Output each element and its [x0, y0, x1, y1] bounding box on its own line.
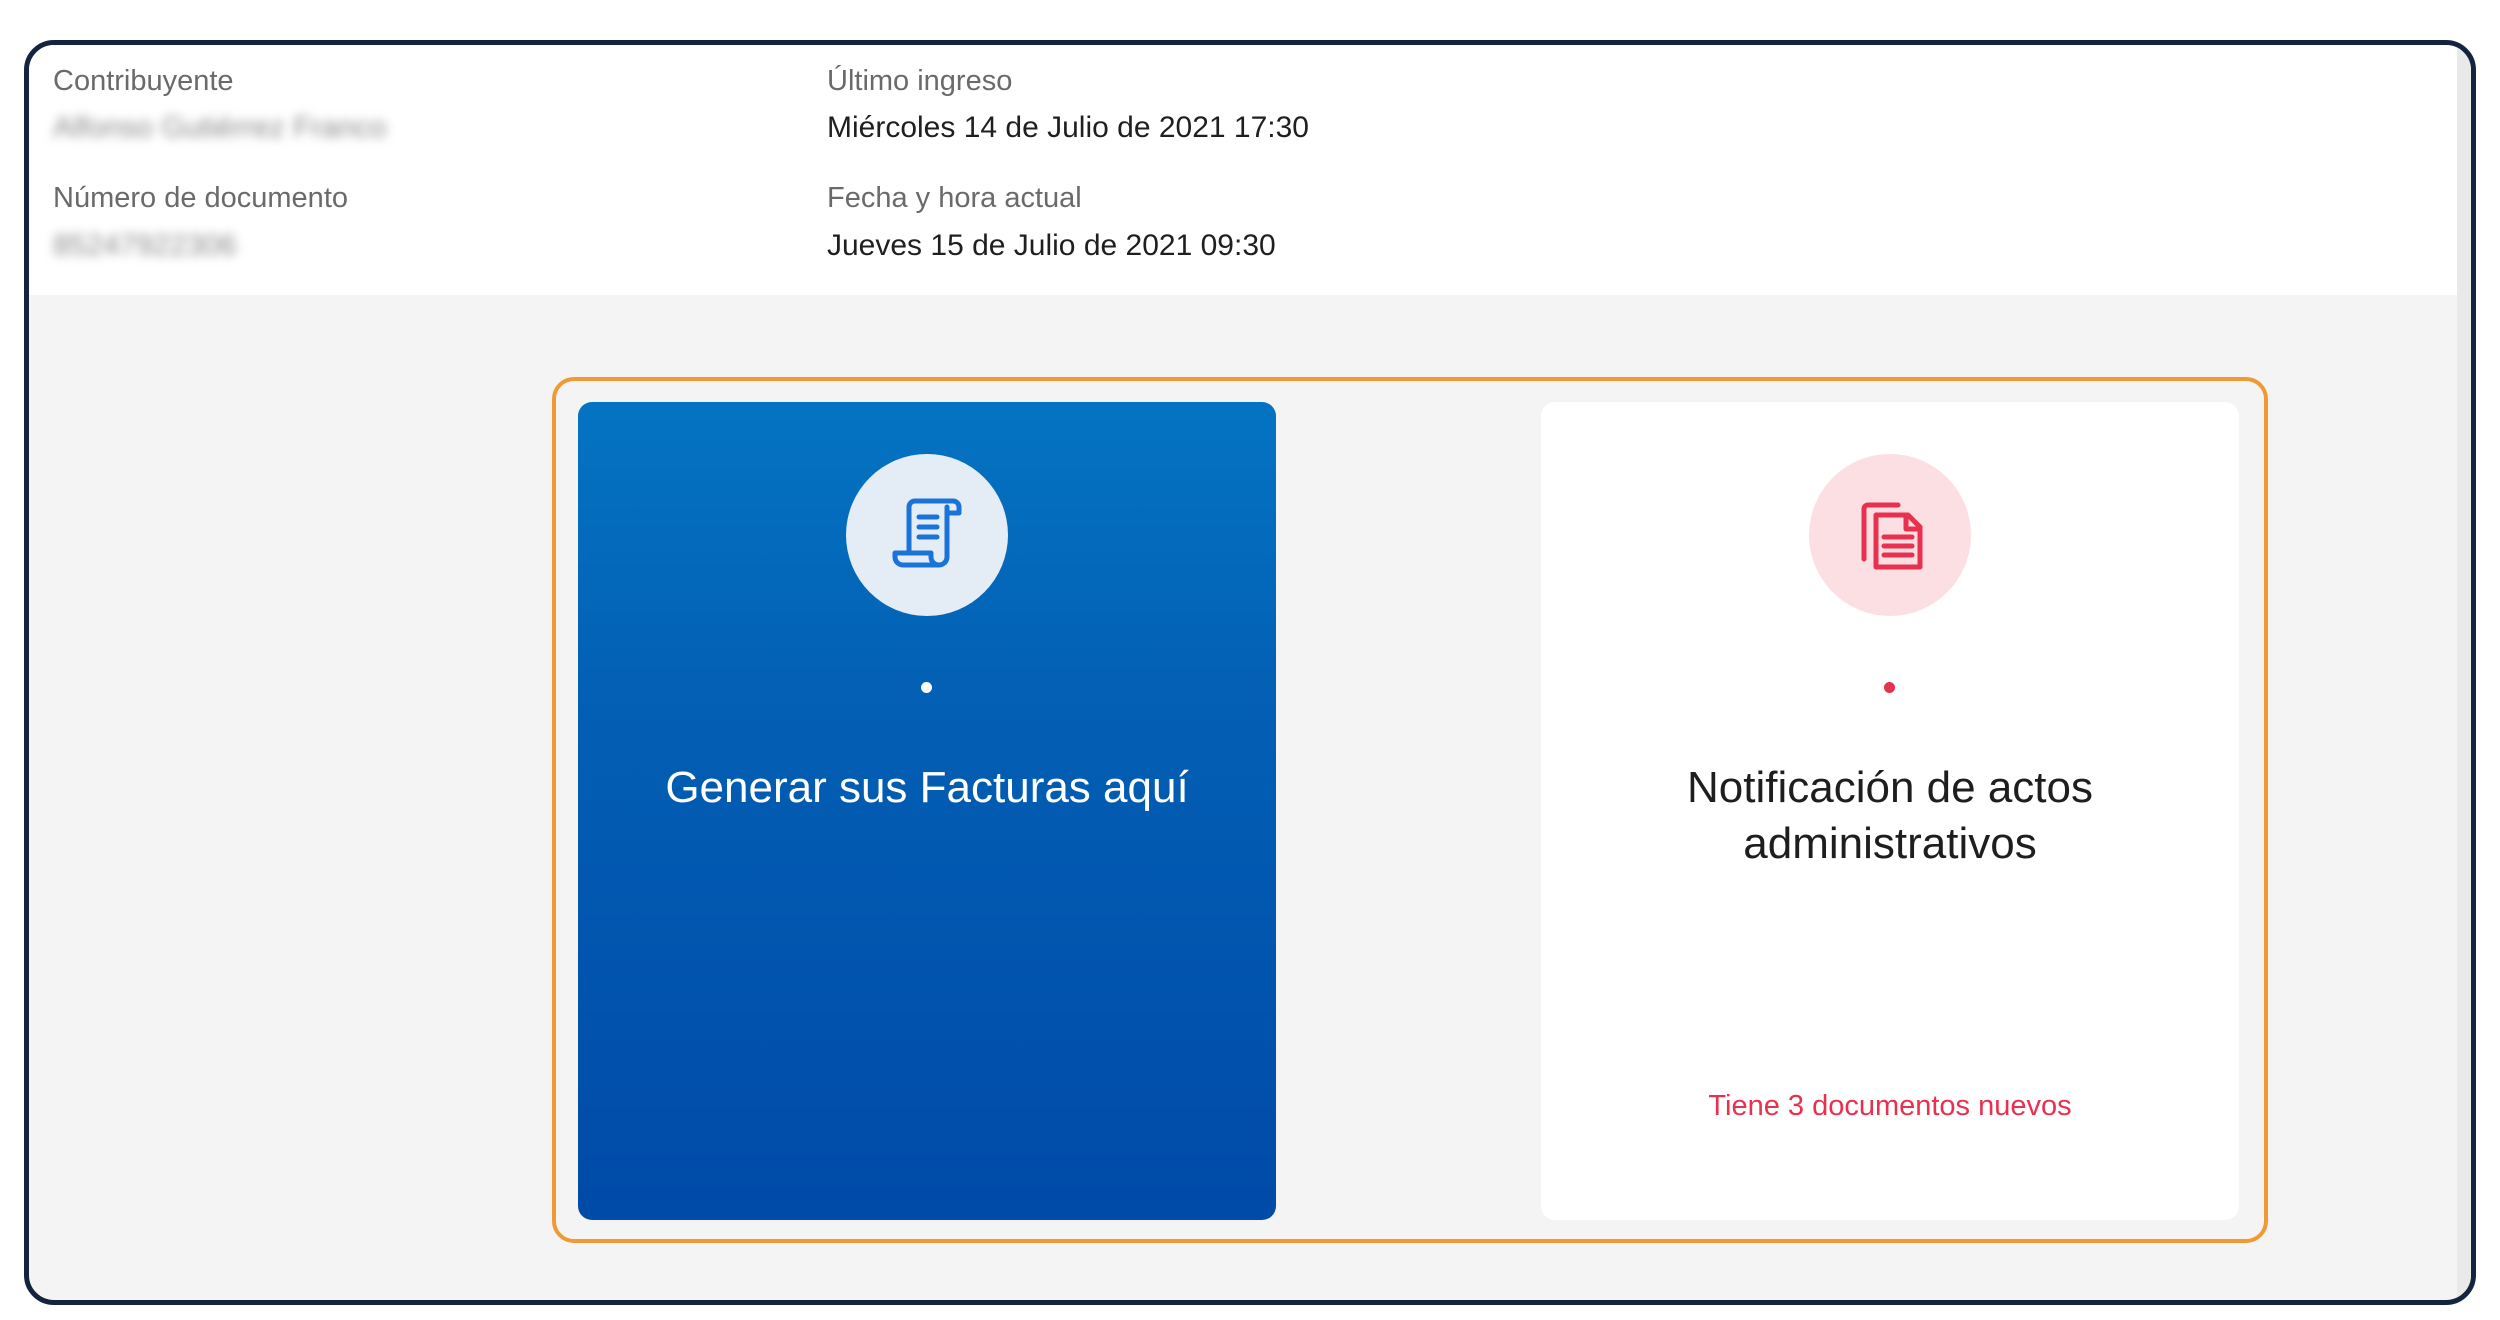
last-login-label: Último ingreso: [827, 65, 1013, 97]
icon-badge: [1809, 454, 1971, 616]
taxpayer-info-panel: Contribuyente Alfonso Gutiérrez Franco N…: [29, 45, 2461, 295]
current-datetime-value: Jueves 15 de Julio de 2021 09:30: [827, 229, 1276, 262]
document-number-label: Número de documento: [53, 182, 348, 214]
taxpayer-name: Alfonso Gutiérrez Franco: [53, 111, 387, 144]
last-login-value: Miércoles 14 de Julio de 2021 17:30: [827, 111, 1309, 144]
notifications-card[interactable]: Notificación de actos administrativos Ti…: [1541, 402, 2239, 1220]
new-documents-notice[interactable]: Tiene 3 documentos nuevos: [1561, 1090, 2219, 1123]
current-datetime-label: Fecha y hora actual: [827, 182, 1082, 214]
card-dot: [921, 682, 932, 693]
taxpayer-label: Contribuyente: [53, 65, 234, 97]
icon-badge: [846, 454, 1008, 616]
receipt-scroll-icon: [892, 498, 962, 568]
card-title: Notificación de actos administrativos: [1687, 763, 2093, 868]
document-number-value: 85247922306: [53, 229, 237, 262]
documents-icon: [1861, 502, 1923, 570]
notification-dot: [1884, 682, 1895, 693]
scrollbar-track[interactable]: [2457, 45, 2471, 1300]
card-title: Generar sus Facturas aquí: [665, 763, 1189, 812]
generate-invoices-card[interactable]: Generar sus Facturas aquí: [578, 402, 1276, 1220]
